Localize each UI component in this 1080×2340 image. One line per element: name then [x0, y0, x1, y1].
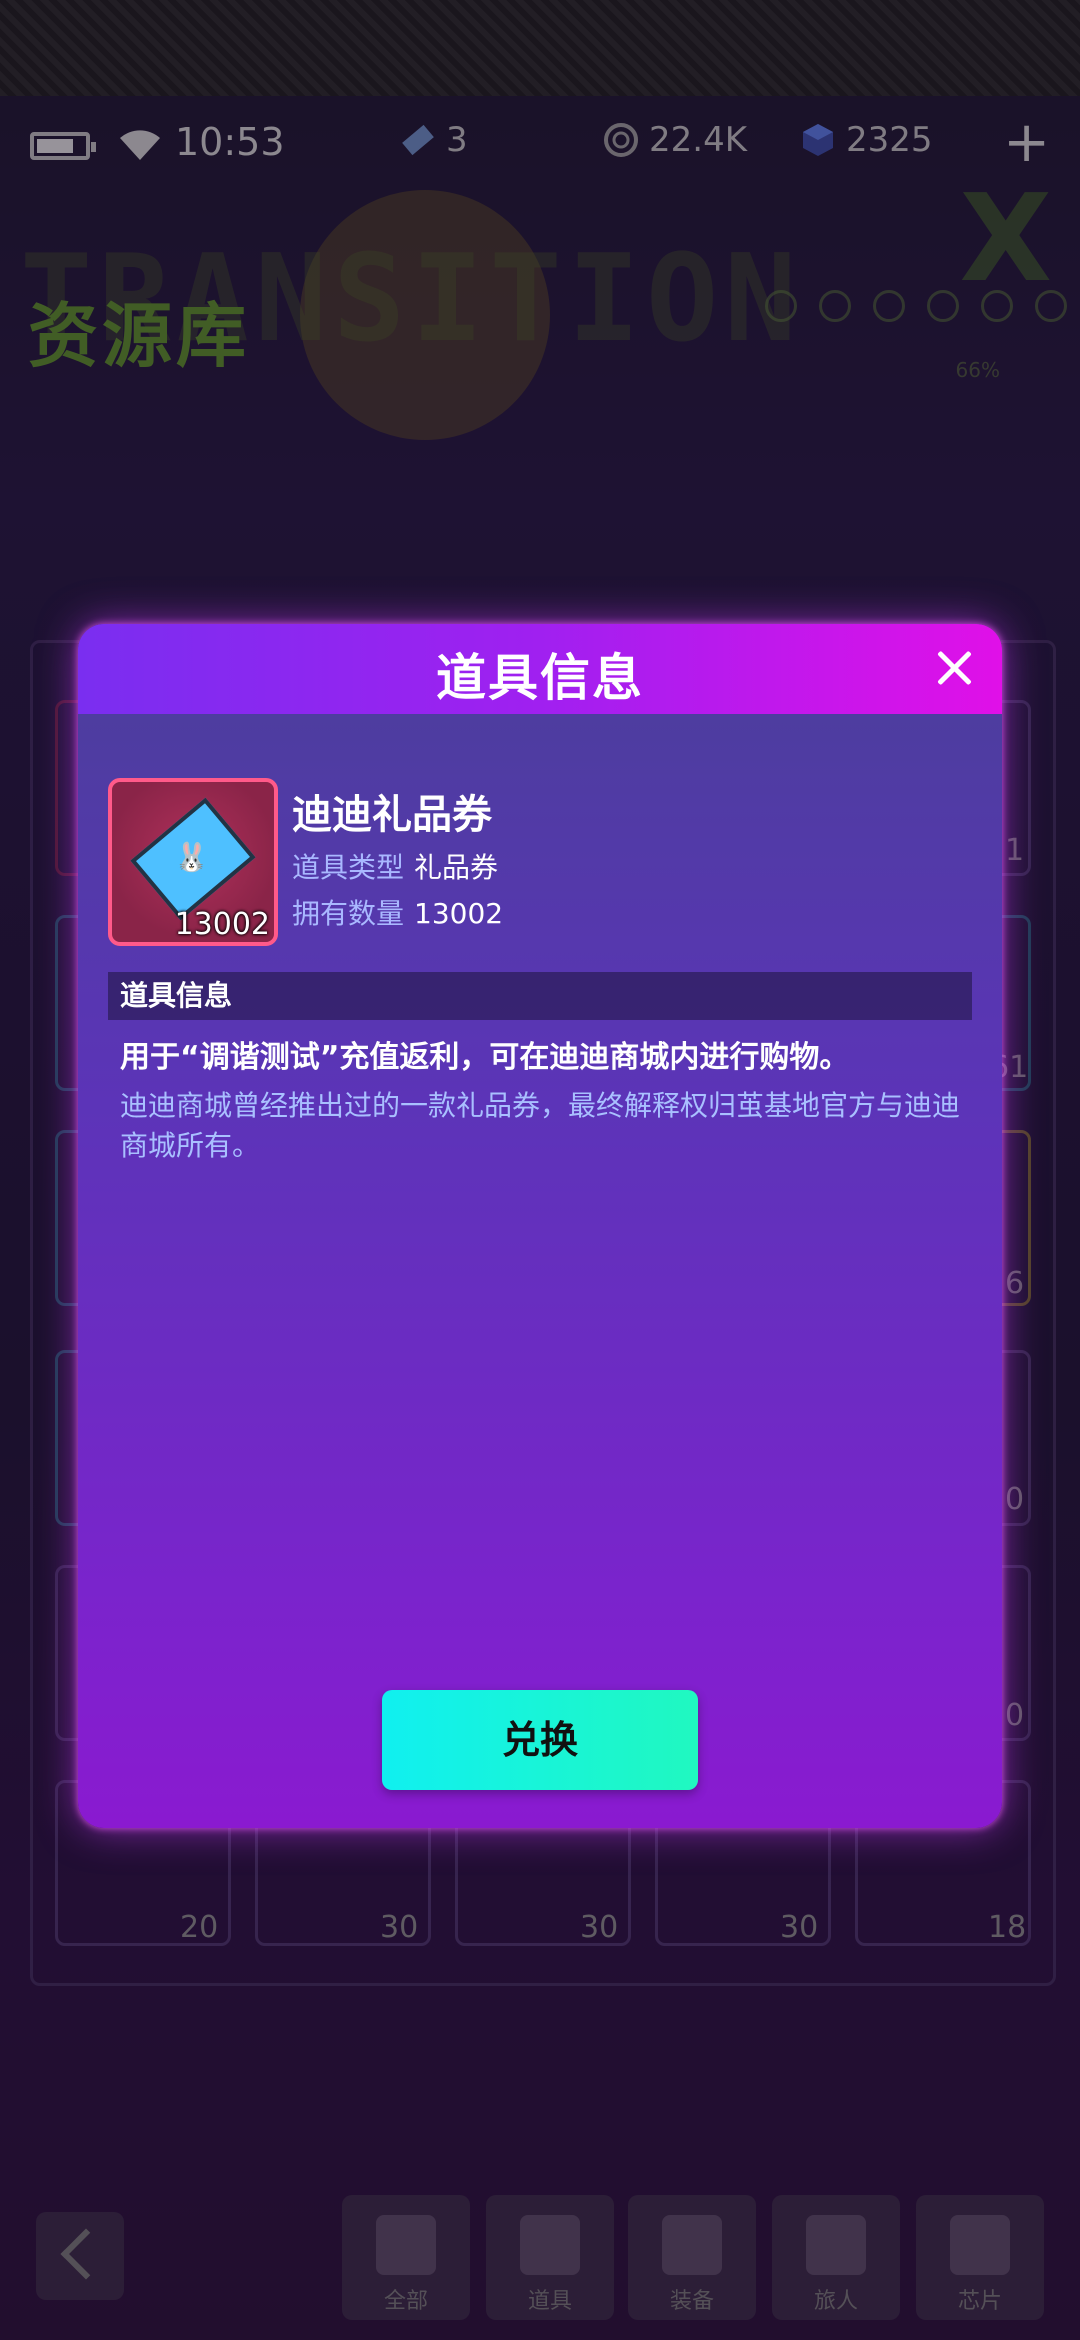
item-type-label: 道具类型 [292, 851, 405, 884]
item-owned-value: 13002 [414, 897, 504, 930]
item-name: 迪迪礼品券 [292, 792, 492, 838]
item-usage-description: 用于“调谐测试”充值返利，可在迪迪商城内进行购物。 [120, 1040, 850, 1075]
section-header: 道具信息 [108, 972, 972, 1020]
item-thumbnail: 13002 [108, 778, 278, 946]
dialog-title: 道具信息 [436, 649, 644, 707]
item-owned-label: 拥有数量 [292, 897, 405, 930]
item-type-row: 道具类型 礼品券 [292, 846, 498, 886]
gift-ticket-icon [130, 797, 256, 921]
close-button[interactable] [932, 646, 976, 690]
item-count-badge: 13002 [174, 907, 270, 942]
dialog-header: 道具信息 [78, 624, 1002, 714]
exchange-button[interactable]: 兑换 [382, 1690, 698, 1790]
item-info-dialog: 道具信息 13002 迪迪礼品券 道具类型礼品券 拥有数量13002 道具信息 … [78, 624, 1002, 1828]
item-owned-row: 拥有数量 13002 [292, 892, 503, 932]
item-type-value: 礼品券 [414, 851, 499, 884]
item-flavor-text: 迪迪商城曾经推出过的一款礼品券，最终解释权归茧基地官方与迪迪商城所有。 [120, 1089, 961, 1162]
